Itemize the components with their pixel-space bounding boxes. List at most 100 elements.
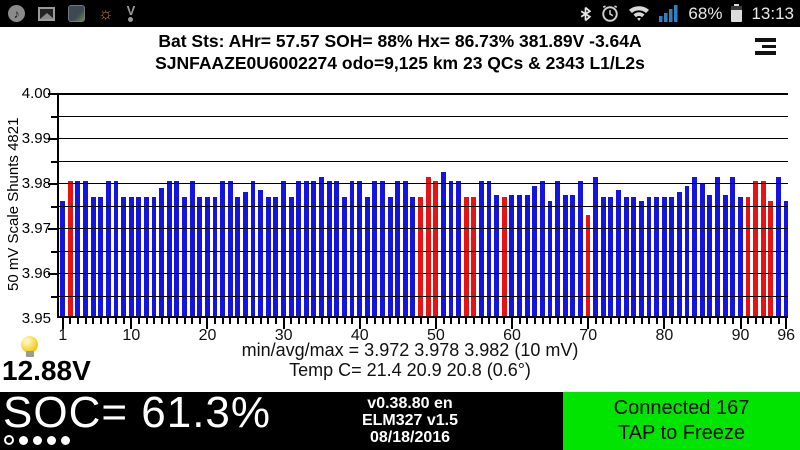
x-axis-tick [382, 318, 384, 324]
cell-bar [616, 190, 621, 316]
cell-bar [91, 197, 96, 316]
x-axis-tick [770, 318, 772, 324]
cell-bar [509, 195, 514, 317]
x-axis-tick [595, 318, 597, 324]
cell-bar [639, 201, 644, 316]
x-axis-tick [252, 318, 254, 324]
cell-bar [677, 192, 682, 316]
cell-bar [121, 197, 126, 316]
alarm-clock-icon [601, 5, 619, 23]
x-axis-tick [458, 318, 460, 324]
app-preview-icon [68, 5, 85, 22]
x-axis-tick [336, 318, 338, 324]
x-axis-tick [123, 318, 125, 324]
battery-stats-line: Bat Sts: AHr= 57.57 SOH= 88% Hx= 86.73% … [0, 31, 800, 52]
chart-gridline [59, 161, 788, 162]
x-axis-tick [290, 318, 292, 324]
cell-bar [388, 197, 393, 316]
bottom-bar: SOC= 61.3% v0.38.80 en ELM327 v1.5 08/18… [0, 392, 800, 450]
x-axis-tick [602, 318, 604, 324]
x-axis-tick [366, 318, 368, 324]
cell-bar [60, 201, 65, 316]
x-axis-tick [77, 318, 79, 324]
cell-bar [243, 192, 248, 316]
soc-value[interactable]: SOC= 61.3% [3, 390, 271, 436]
x-axis-tick [222, 318, 224, 324]
y-axis-label: 4.00 [13, 85, 51, 102]
x-axis-tick [313, 318, 315, 324]
cell-bar [624, 197, 629, 316]
notification-icons: ♪ ☼ V [8, 0, 135, 27]
x-axis-tick [488, 318, 490, 324]
cell-bar [410, 197, 415, 316]
system-status-icons: 68% 13:13 [579, 0, 794, 27]
chart-gridline [59, 93, 788, 95]
x-axis-tick [610, 318, 612, 324]
x-axis-tick [503, 318, 505, 324]
x-axis-tick [465, 318, 467, 324]
menu-icon[interactable] [755, 38, 776, 55]
x-axis-tick [245, 318, 247, 324]
cell-bar [723, 195, 728, 317]
cell-bar [213, 197, 218, 316]
y-axis-tick [51, 116, 57, 118]
x-axis-tick [412, 318, 414, 324]
tap-to-freeze-label: TAP to Freeze [618, 421, 745, 446]
x-axis-tick [85, 318, 87, 324]
x-axis-tick [130, 318, 132, 329]
x-axis-tick [176, 318, 178, 324]
cell-bar [98, 197, 103, 316]
y-axis-tick [48, 228, 57, 230]
x-axis-tick [633, 318, 635, 324]
x-axis-tick [298, 318, 300, 324]
x-axis-tick [641, 318, 643, 324]
cell-bar [129, 197, 134, 316]
min-avg-max-line: min/avg/max = 3.972 3.978 3.982 (10 mV) [30, 340, 790, 361]
x-axis-tick [107, 318, 109, 324]
cell-bar [235, 197, 240, 316]
y-axis-tick [51, 206, 57, 208]
x-axis-tick [519, 318, 521, 324]
app-version: v0.38.80 en [340, 395, 480, 412]
cell-bar [365, 197, 370, 316]
cell-voltage-chart[interactable]: 50 mV Scale Shunts 4821 4.003.993.983.97… [57, 93, 788, 318]
x-axis-tick [427, 318, 429, 324]
cell-bar [563, 195, 568, 317]
x-axis-tick [549, 318, 551, 324]
chart-gridline [59, 296, 788, 297]
brightness-icon: ☼ [98, 5, 114, 22]
x-axis-tick [755, 318, 757, 324]
x-axis-tick [473, 318, 475, 324]
x-axis-tick [526, 318, 528, 324]
cell-bar [471, 197, 476, 316]
page-indicator[interactable] [4, 435, 70, 445]
leafspy-screen: ♪ ☼ V [0, 0, 800, 450]
version-block: v0.38.80 en ELM327 v1.5 08/18/2016 [340, 395, 480, 446]
cell-bar [746, 197, 751, 316]
x-axis-tick [267, 318, 269, 324]
x-axis-tick [214, 318, 216, 324]
x-axis-tick [443, 318, 445, 324]
page-dot [33, 436, 42, 445]
lightbulb-icon[interactable] [21, 336, 38, 353]
x-axis-tick [92, 318, 94, 324]
x-axis-tick [740, 318, 742, 329]
wifi-icon [628, 5, 650, 22]
x-axis-tick [161, 318, 163, 324]
x-axis-tick [511, 318, 513, 329]
cell-bar [144, 197, 149, 316]
x-axis-tick [481, 318, 483, 324]
x-axis-tick [785, 318, 787, 329]
x-axis-tick [351, 318, 353, 324]
cell-bar [768, 201, 773, 316]
x-axis-tick [557, 318, 559, 324]
x-axis-tick [709, 318, 711, 324]
adapter-version: ELM327 v1.5 [340, 412, 480, 429]
x-axis-tick [100, 318, 102, 324]
y-axis-tick [51, 161, 57, 163]
x-axis-tick [206, 318, 208, 329]
connection-status-button[interactable]: Connected 167 TAP to Freeze [563, 392, 800, 450]
cell-bar [289, 197, 294, 316]
x-axis-tick [686, 318, 688, 324]
cell-bar [418, 197, 423, 316]
